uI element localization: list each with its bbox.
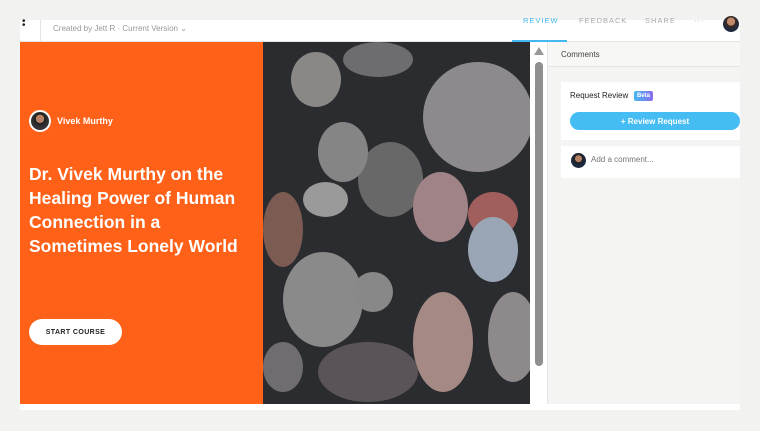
created-by: Created by Jett R bbox=[53, 24, 116, 33]
comment-box bbox=[561, 146, 740, 178]
request-review-label: Request Review bbox=[570, 91, 629, 100]
scrollbar-thumb[interactable] bbox=[535, 62, 543, 366]
commenter-avatar bbox=[571, 153, 586, 168]
top-bar: • • Created by Jett R · Current Version ⌄… bbox=[20, 16, 740, 42]
divider bbox=[40, 20, 41, 42]
beta-badge: Beta bbox=[634, 91, 654, 101]
review-request-button[interactable]: + Review Request bbox=[570, 112, 740, 130]
comments-panel: Comments Request Review Beta + Review Re… bbox=[548, 42, 740, 404]
vertical-scrollbar[interactable] bbox=[530, 42, 548, 404]
more-tab[interactable]: ··· bbox=[694, 16, 705, 25]
app-window: • • Created by Jett R · Current Version ⌄… bbox=[20, 16, 740, 410]
course-cover: Vivek Murthy Dr. Vivek Murthy on the Hea… bbox=[20, 42, 263, 404]
version-info: Created by Jett R · Current Version ⌄ bbox=[53, 24, 187, 33]
author-avatar bbox=[29, 110, 51, 132]
tab-review[interactable]: REVIEW bbox=[523, 16, 559, 25]
tab-feedback[interactable]: FEEDBACK bbox=[579, 16, 627, 25]
author-name: Vivek Murthy bbox=[57, 116, 113, 126]
version-dropdown[interactable]: Current Version ⌄ bbox=[122, 24, 187, 33]
request-review-card: Request Review Beta + Review Request bbox=[561, 82, 740, 140]
separator: · bbox=[117, 24, 121, 33]
tab-share[interactable]: SHARE bbox=[645, 16, 676, 25]
course-title: Dr. Vivek Murthy on the Healing Power of… bbox=[29, 164, 238, 256]
scroll-up-arrow-icon[interactable] bbox=[534, 47, 544, 55]
author: Vivek Murthy bbox=[29, 110, 113, 132]
comment-input[interactable] bbox=[591, 155, 731, 164]
user-avatar[interactable] bbox=[723, 16, 739, 32]
start-course-button[interactable]: START COURSE bbox=[29, 319, 122, 345]
cover-image-stones bbox=[263, 42, 530, 404]
comments-heading: Comments bbox=[548, 42, 740, 67]
menu-dots-icon[interactable]: • • bbox=[22, 17, 26, 31]
